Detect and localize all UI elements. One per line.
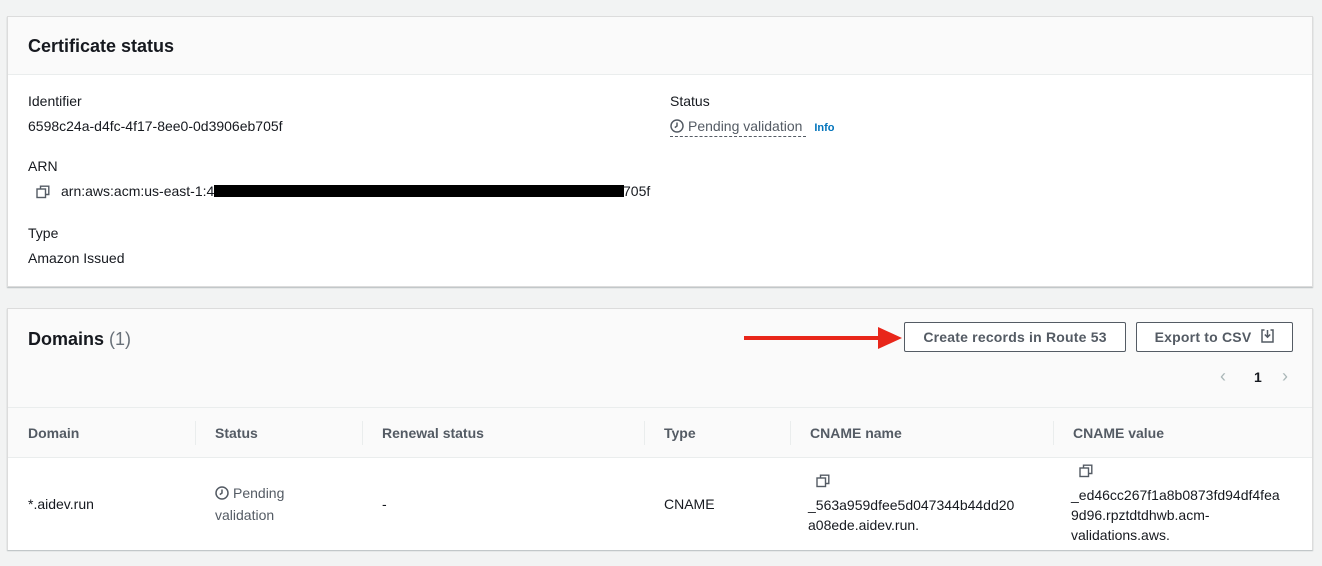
identifier-label: Identifier <box>28 93 82 109</box>
status-label: Status <box>670 93 710 109</box>
arn-redaction <box>214 185 624 197</box>
certificate-status-panel: Certificate status Identifier 6598c24a-d… <box>7 16 1313 287</box>
column-header-label: Domain <box>28 424 80 441</box>
column-separator <box>644 421 645 445</box>
certificate-status-title: Certificate status <box>28 36 175 56</box>
column-separator <box>1053 421 1054 445</box>
copy-icon[interactable] <box>808 473 1033 493</box>
table-row: *.aidev.run Pending validation - CNAME _… <box>8 458 1312 550</box>
domains-table: Domain Status Renewal status Type CNAME … <box>8 407 1312 550</box>
column-header-renewal-status[interactable]: Renewal status <box>362 408 644 458</box>
clock-icon <box>670 119 684 136</box>
cell-cname-value: _ed46cc267f1a8b0873fd94df4fea 9d96.rpztd… <box>1053 458 1312 550</box>
column-separator <box>195 421 196 445</box>
column-separator <box>362 421 363 445</box>
column-header-label: CNAME name <box>810 424 902 441</box>
status-line-2: validation <box>215 506 275 523</box>
cell-status: Pending validation <box>195 458 362 550</box>
column-header-label: Renewal status <box>382 424 484 441</box>
column-header-cname-name[interactable]: CNAME name <box>790 408 1053 458</box>
cell-cname-name: _563a959dfee5d047344b44dd20 a08ede.aidev… <box>790 458 1053 550</box>
status-pending-text[interactable]: Pending validation <box>670 118 807 137</box>
cname-value-line-2: 9d96.rpztdtdhwb.acm- <box>1071 506 1210 523</box>
certificate-status-header: Certificate status <box>8 17 1312 75</box>
type-label: Type <box>28 225 59 241</box>
column-separator <box>790 421 791 445</box>
type-value: Amazon Issued <box>28 250 125 266</box>
clock-icon <box>215 485 229 505</box>
column-header-label: CNAME value <box>1073 424 1165 441</box>
arn-suffix: 705f <box>623 183 651 199</box>
column-header-status[interactable]: Status <box>195 408 362 458</box>
arn-label: ARN <box>28 158 58 174</box>
domains-count: (1) <box>109 329 132 349</box>
column-header-label: Status <box>215 424 258 441</box>
status-value: Pending validation Info <box>670 118 834 137</box>
domains-title-text: Domains <box>28 329 105 349</box>
domains-title: Domains (1) <box>28 329 131 350</box>
cell-domain: *.aidev.run <box>28 495 94 512</box>
identifier-value: 6598c24a-d4fc-4f17-8ee0-0d3906eb705f <box>28 118 283 134</box>
table-header-row: Domain Status Renewal status Type CNAME … <box>8 407 1312 458</box>
cell-renewal-status: - <box>382 495 387 512</box>
chevron-right-icon[interactable]: › <box>1282 366 1288 387</box>
cname-value-line-3: validations.aws. <box>1071 526 1170 543</box>
domains-panel: Domains (1) Create records in Route 53 E… <box>7 308 1313 550</box>
export-csv-label: Export to CSV <box>1154 329 1252 345</box>
status-line-1: Pending <box>233 484 285 501</box>
status-pending-label: Pending validation <box>688 118 803 134</box>
info-link[interactable]: Info <box>814 122 834 134</box>
download-icon <box>1261 328 1275 346</box>
column-header-domain[interactable]: Domain <box>8 408 195 458</box>
copy-icon[interactable] <box>1071 463 1292 483</box>
create-records-route53-button[interactable]: Create records in Route 53 <box>904 322 1126 352</box>
cname-value-line-1: _ed46cc267f1a8b0873fd94df4fea <box>1071 486 1280 503</box>
chevron-left-icon[interactable]: ‹ <box>1220 366 1226 387</box>
copy-icon[interactable] <box>36 185 50 199</box>
page-number[interactable]: 1 <box>1254 369 1262 385</box>
column-header-label: Type <box>664 424 696 441</box>
arn-prefix: arn:aws:acm:us-east-1:4 <box>61 183 215 199</box>
cell-type: CNAME <box>664 495 715 512</box>
cname-name-line-1: _563a959dfee5d047344b44dd20 <box>808 496 1015 513</box>
column-header-type[interactable]: Type <box>644 408 790 458</box>
export-csv-button[interactable]: Export to CSV <box>1136 322 1293 352</box>
cname-name-line-2: a08ede.aidev.run. <box>808 516 920 533</box>
column-header-cname-value[interactable]: CNAME value <box>1053 408 1312 458</box>
arrow-annotation <box>744 327 902 349</box>
